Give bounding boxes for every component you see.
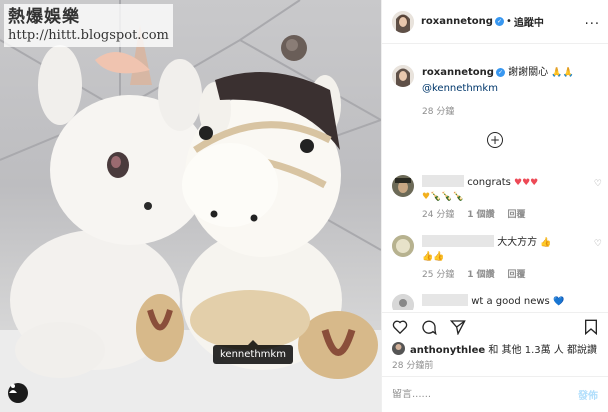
load-more-comments-button[interactable]: + bbox=[487, 132, 503, 148]
caption: roxannetong ✓ 謝謝關心 🙏🙏 @kennethmkm 28 分鐘 bbox=[382, 45, 608, 120]
reply-button[interactable]: 回覆 bbox=[507, 210, 525, 220]
redacted-username bbox=[422, 294, 468, 306]
comment-likes[interactable]: 1 個讚 bbox=[467, 210, 494, 220]
post-timestamp[interactable]: 28 分鐘前 bbox=[392, 358, 433, 371]
verified-badge-icon: ✓ bbox=[495, 68, 505, 77]
plush-toys-image bbox=[0, 0, 381, 412]
comment-text: wt a good news bbox=[471, 296, 550, 307]
commenter-avatar[interactable] bbox=[392, 175, 414, 197]
comment-item: wt a good news 💙 bbox=[392, 294, 604, 310]
comment-item: congrats ♥♥♥ ♥🍾🍾🍾 24 分鐘 1 個讚 回覆 ♡ bbox=[392, 175, 604, 222]
liker-avatar[interactable] bbox=[392, 342, 405, 355]
post-photo[interactable]: 熱爆娛樂 http://hittt.blogspot.com kennethmk… bbox=[0, 0, 381, 412]
liker-username[interactable]: anthonythlee bbox=[410, 345, 485, 356]
thumbs-up-emoji-icon: 👍 bbox=[540, 238, 552, 248]
like-heart-icon[interactable] bbox=[392, 319, 408, 334]
tagged-user-icon[interactable] bbox=[8, 383, 28, 403]
pray-emoji-icon: 🙏🙏 bbox=[551, 68, 574, 78]
redacted-username bbox=[422, 235, 494, 247]
caption-text: 謝謝關心 bbox=[508, 67, 549, 78]
caption-avatar[interactable] bbox=[392, 65, 414, 87]
photo-user-tag[interactable]: kennethmkm bbox=[213, 340, 293, 364]
person-icon bbox=[9, 384, 17, 393]
share-paper-plane-icon[interactable] bbox=[450, 319, 466, 335]
comments-section[interactable]: roxannetong ✓ 謝謝關心 🙏🙏 @kennethmkm 28 分鐘 +… bbox=[382, 45, 608, 310]
watermark: 熱爆娛樂 http://hittt.blogspot.com bbox=[4, 4, 173, 47]
comment-time[interactable]: 24 分鐘 bbox=[422, 210, 454, 220]
emoji-line: ♥🍾🍾🍾 bbox=[422, 192, 464, 202]
like-comment-heart-icon[interactable]: ♡ bbox=[594, 239, 602, 249]
commenter-avatar[interactable] bbox=[392, 294, 414, 310]
action-bar bbox=[382, 312, 608, 340]
comment-input[interactable] bbox=[392, 389, 578, 400]
following-button[interactable]: 追蹤中 bbox=[514, 14, 544, 29]
emoji-line: 👍👍 bbox=[422, 252, 445, 262]
like-comment-heart-icon[interactable]: ♡ bbox=[594, 179, 602, 189]
likes-count-text[interactable]: 和 其他 1.3萬 人 都說讚 bbox=[488, 345, 597, 356]
caption-time[interactable]: 28 分鐘 bbox=[422, 105, 574, 120]
watermark-title: 熱爆娛樂 bbox=[8, 7, 80, 27]
comment-text: 大大方方 bbox=[497, 237, 538, 248]
comment-bubble-icon[interactable] bbox=[421, 319, 437, 335]
watermark-url: http://hittt.blogspot.com bbox=[8, 28, 169, 43]
author-avatar[interactable] bbox=[392, 10, 414, 33]
redacted-username bbox=[422, 175, 464, 187]
commenter-avatar[interactable] bbox=[392, 235, 414, 257]
comment-text: congrats bbox=[467, 177, 511, 188]
likes-summary: anthonythlee 和 其他 1.3萬 人 都說讚 bbox=[392, 341, 597, 356]
post-header: roxannetong ✓ • 追蹤中 ... bbox=[382, 0, 608, 44]
comment-likes[interactable]: 1 個讚 bbox=[467, 270, 494, 280]
caption-mention-link[interactable]: @kennethmkm bbox=[422, 83, 498, 94]
save-bookmark-icon[interactable] bbox=[584, 319, 598, 335]
post-comment-button[interactable]: 發佈 bbox=[578, 387, 598, 402]
reply-button[interactable]: 回覆 bbox=[507, 270, 525, 280]
blue-heart-emoji-icon: 💙 bbox=[552, 297, 565, 307]
author-username[interactable]: roxannetong bbox=[421, 16, 493, 27]
comment-composer: 發佈 bbox=[382, 376, 608, 412]
comment-item: 大大方方 👍 👍👍 25 分鐘 1 個讚 回覆 ♡ bbox=[392, 235, 604, 282]
heart-emoji-icon: ♥♥♥ bbox=[514, 178, 539, 188]
more-options-icon[interactable]: ... bbox=[585, 13, 600, 28]
caption-username[interactable]: roxannetong bbox=[422, 67, 494, 78]
post-sidebar: roxannetong ✓ • 追蹤中 ... roxannetong ✓ 謝謝關… bbox=[381, 0, 608, 412]
separator-dot: • bbox=[505, 16, 512, 27]
verified-badge-icon: ✓ bbox=[494, 17, 504, 26]
comment-time[interactable]: 25 分鐘 bbox=[422, 270, 454, 280]
